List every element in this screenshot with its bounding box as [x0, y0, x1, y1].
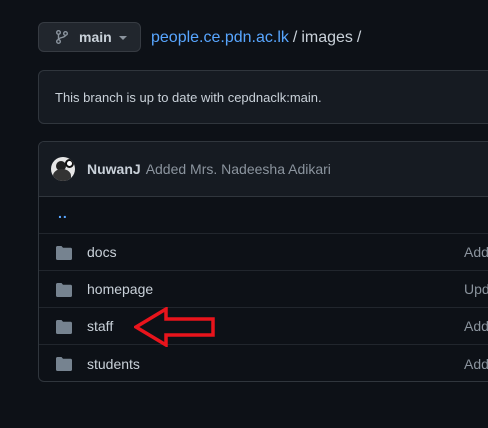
- file-row[interactable]: homepage Upd: [39, 271, 488, 308]
- file-commit-message[interactable]: Add: [464, 244, 488, 260]
- folder-icon: [56, 283, 72, 297]
- annotation-arrow-icon: [134, 307, 215, 347]
- file-commit-message[interactable]: Add: [464, 318, 488, 334]
- breadcrumb-separator: /: [292, 29, 298, 46]
- breadcrumb-separator: /: [356, 29, 362, 46]
- breadcrumb-current-folder: images: [301, 29, 353, 46]
- branch-selector-button[interactable]: main: [38, 22, 141, 52]
- branch-name: main: [79, 29, 112, 45]
- parent-directory-link[interactable]: ..: [58, 205, 68, 221]
- commit-author[interactable]: NuwanJ: [87, 161, 141, 177]
- breadcrumb-repo-link[interactable]: people.ce.pdn.ac.lk: [151, 29, 289, 47]
- file-row[interactable]: docs Add: [39, 234, 488, 271]
- folder-icon: [56, 320, 72, 334]
- avatar[interactable]: [51, 157, 75, 181]
- git-branch-icon: [55, 30, 69, 44]
- file-list: NuwanJ Added Mrs. Nadeesha Adikari .. do…: [38, 141, 488, 382]
- breadcrumb: people.ce.pdn.ac.lk / images /: [151, 29, 365, 47]
- file-name-link[interactable]: students: [87, 356, 140, 372]
- file-name-link[interactable]: homepage: [87, 281, 153, 297]
- file-row[interactable]: staff Add: [39, 308, 488, 345]
- file-name-link[interactable]: docs: [87, 244, 117, 260]
- latest-commit-header: NuwanJ Added Mrs. Nadeesha Adikari: [39, 142, 488, 197]
- file-commit-message[interactable]: Add: [464, 356, 488, 372]
- chevron-down-icon: [118, 36, 127, 40]
- branch-status-box: This branch is up to date with cepdnaclk…: [38, 70, 488, 124]
- file-commit-message[interactable]: Upd: [464, 281, 488, 297]
- parent-directory-row[interactable]: ..: [39, 197, 488, 234]
- branch-status-text: This branch is up to date with cepdnaclk…: [55, 89, 322, 105]
- file-row[interactable]: students Add: [39, 345, 488, 381]
- repo-browser: main people.ce.pdn.ac.lk / images / This…: [0, 0, 488, 428]
- file-name-link[interactable]: staff: [87, 318, 113, 334]
- commit-message[interactable]: Added Mrs. Nadeesha Adikari: [146, 161, 331, 177]
- folder-icon: [56, 357, 72, 371]
- folder-icon: [56, 246, 72, 260]
